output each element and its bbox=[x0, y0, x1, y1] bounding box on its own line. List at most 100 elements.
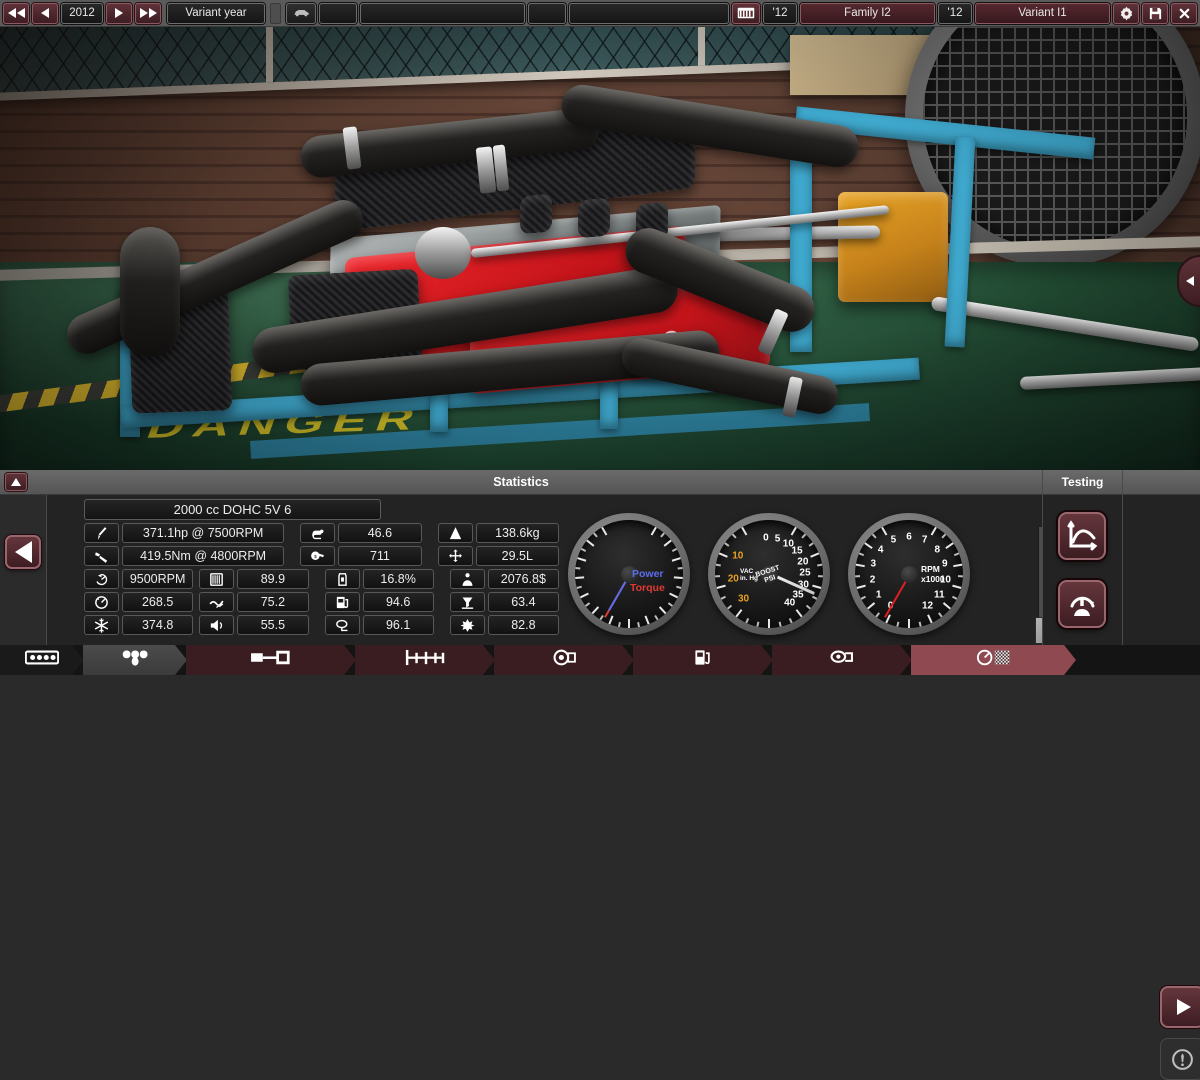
exhaust-icon bbox=[325, 615, 360, 635]
engine-preview-button[interactable] bbox=[732, 3, 760, 24]
loudness-icon bbox=[199, 615, 234, 635]
fuel-economy-icon bbox=[325, 592, 360, 612]
variant-year-field[interactable]: '12 bbox=[938, 3, 972, 24]
bottom-end-icon bbox=[122, 649, 148, 671]
play-icon bbox=[1171, 995, 1195, 1019]
statistics-grid: 371.1hp @ 7500RPM 46.6 138.6kg bbox=[84, 523, 559, 638]
trim-name-field[interactable] bbox=[569, 3, 729, 24]
octane-icon: $ bbox=[300, 546, 335, 566]
tach-center-label: RPMx1000 bbox=[921, 565, 945, 585]
vac-unit-label: VACin. Hg bbox=[740, 568, 758, 583]
reliability-value: 16.8% bbox=[363, 569, 434, 589]
size-icon bbox=[438, 546, 473, 566]
car-preview-button[interactable] bbox=[286, 3, 316, 24]
stat-row: 374.8 55.5 96.1 82.8 bbox=[84, 615, 559, 635]
save-button[interactable] bbox=[1142, 3, 1168, 24]
nav-engine-family[interactable] bbox=[0, 645, 84, 675]
nav-head[interactable] bbox=[186, 645, 356, 675]
service-cost-icon bbox=[450, 615, 485, 635]
statistics-header: Statistics bbox=[0, 470, 1042, 495]
right-arrow-icon bbox=[115, 8, 123, 18]
valvetrain-icon bbox=[404, 649, 446, 671]
run-test-button[interactable] bbox=[1160, 986, 1200, 1028]
car-name-field[interactable] bbox=[360, 3, 525, 24]
responsiveness-value: 268.5 bbox=[122, 592, 193, 612]
variant-year-label: Variant year bbox=[167, 3, 265, 24]
smoothness-value: 75.2 bbox=[237, 592, 308, 612]
cooling-value: 374.8 bbox=[122, 615, 193, 635]
variant-name-field[interactable]: Variant I1 bbox=[975, 3, 1110, 24]
exhaust-value: 96.1 bbox=[363, 615, 434, 635]
year-field[interactable]: 2012 bbox=[61, 3, 103, 24]
family-year-field[interactable]: '12 bbox=[763, 3, 797, 24]
testing-divider bbox=[1122, 470, 1123, 645]
radiator-icon bbox=[199, 569, 234, 589]
power-torque-face: Power Torque bbox=[575, 520, 683, 628]
last-year-button[interactable] bbox=[135, 3, 161, 24]
throttle-body-2 bbox=[578, 198, 610, 239]
prev-year-button[interactable] bbox=[32, 3, 58, 24]
radiator-value: 89.9 bbox=[237, 569, 308, 589]
stat-row: 371.1hp @ 7500RPM 46.6 138.6kg bbox=[84, 523, 559, 543]
power-gauge-label: Power bbox=[632, 568, 664, 580]
previous-variant-button[interactable] bbox=[5, 535, 41, 569]
trim-slot-empty[interactable] bbox=[528, 3, 566, 24]
close-button[interactable] bbox=[1171, 3, 1197, 24]
responsiveness-icon bbox=[84, 592, 119, 612]
close-icon bbox=[1177, 6, 1192, 21]
boost-gauge: 0510152025303540102030 BOOSTPSI VACin. H… bbox=[708, 513, 830, 635]
left-rail bbox=[0, 495, 47, 645]
nav-bottom-end[interactable] bbox=[83, 645, 187, 675]
collapse-panel-button[interactable] bbox=[5, 473, 27, 491]
left-arrow-icon bbox=[1186, 276, 1194, 286]
double-left-arrow-icon bbox=[8, 8, 25, 18]
top-toolbar: 2012 Variant year '12 Family I2 '12 bbox=[0, 0, 1200, 27]
next-year-button[interactable] bbox=[106, 3, 132, 24]
testing-title: Testing bbox=[1043, 470, 1122, 495]
warnings-button[interactable] bbox=[1160, 1038, 1200, 1080]
car-icon bbox=[293, 5, 310, 22]
torque-gauge-label: Torque bbox=[630, 582, 665, 594]
nav-valvetrain[interactable] bbox=[355, 645, 495, 675]
turbo-icon bbox=[552, 649, 576, 671]
exhaust-icon bbox=[829, 649, 855, 671]
weight-value: 138.6kg bbox=[476, 523, 559, 543]
power-value: 371.1hp @ 7500RPM bbox=[122, 523, 284, 543]
car-slot-empty[interactable] bbox=[319, 3, 357, 24]
calendar-icon bbox=[737, 6, 755, 20]
engine-3d-viewport[interactable]: DANGER TURBO bbox=[0, 27, 1200, 470]
torque-value: 419.5Nm @ 4800RPM bbox=[122, 546, 284, 566]
engine-block-icon bbox=[25, 649, 59, 671]
oil-cap bbox=[415, 227, 471, 279]
torque-icon bbox=[84, 546, 119, 566]
family-name-field[interactable]: Family I2 bbox=[800, 3, 935, 24]
size-value: 29.5L bbox=[476, 546, 559, 566]
gear-icon bbox=[1119, 6, 1134, 21]
nav-fuel-system[interactable] bbox=[633, 645, 773, 675]
emissions-value: 46.6 bbox=[338, 523, 421, 543]
gauge-hub bbox=[901, 566, 918, 583]
weight-icon bbox=[438, 523, 473, 543]
toolbar-spacer-left bbox=[270, 3, 281, 24]
nav-exhaust[interactable] bbox=[772, 645, 912, 675]
warning-icon bbox=[1170, 1047, 1195, 1072]
statistics-panel: Statistics 2000 cc DOHC 5V 6 371.1hp @ 7… bbox=[0, 470, 1200, 645]
testing-header-spacer bbox=[1123, 470, 1200, 495]
testing-panel: Testing bbox=[1042, 470, 1200, 645]
dyno-graph-button[interactable] bbox=[1058, 512, 1106, 560]
double-right-arrow-icon bbox=[140, 8, 157, 18]
svg-text:$: $ bbox=[314, 553, 317, 559]
nav-turbo[interactable] bbox=[494, 645, 634, 675]
nav-tuning[interactable] bbox=[911, 645, 1076, 675]
dyno-test-button[interactable] bbox=[1058, 580, 1106, 628]
boost-face: 0510152025303540102030 BOOSTPSI VACin. H… bbox=[715, 520, 823, 628]
settings-button[interactable] bbox=[1113, 3, 1139, 24]
stat-row: 268.5 75.2 94.6 63.4 bbox=[84, 592, 559, 612]
gauge-cluster: Power Torque 0510152025303540102030 BOOS… bbox=[568, 513, 988, 639]
smoothness-icon bbox=[199, 592, 234, 612]
intake-pipe-bend-left bbox=[120, 227, 180, 357]
stat-row: 419.5Nm @ 4800RPM $ 711 29.5L bbox=[84, 546, 559, 566]
service-cost-value: 82.8 bbox=[488, 615, 559, 635]
first-year-button[interactable] bbox=[3, 3, 29, 24]
tach-face: 0123456789101112 RPMx1000 bbox=[855, 520, 963, 628]
